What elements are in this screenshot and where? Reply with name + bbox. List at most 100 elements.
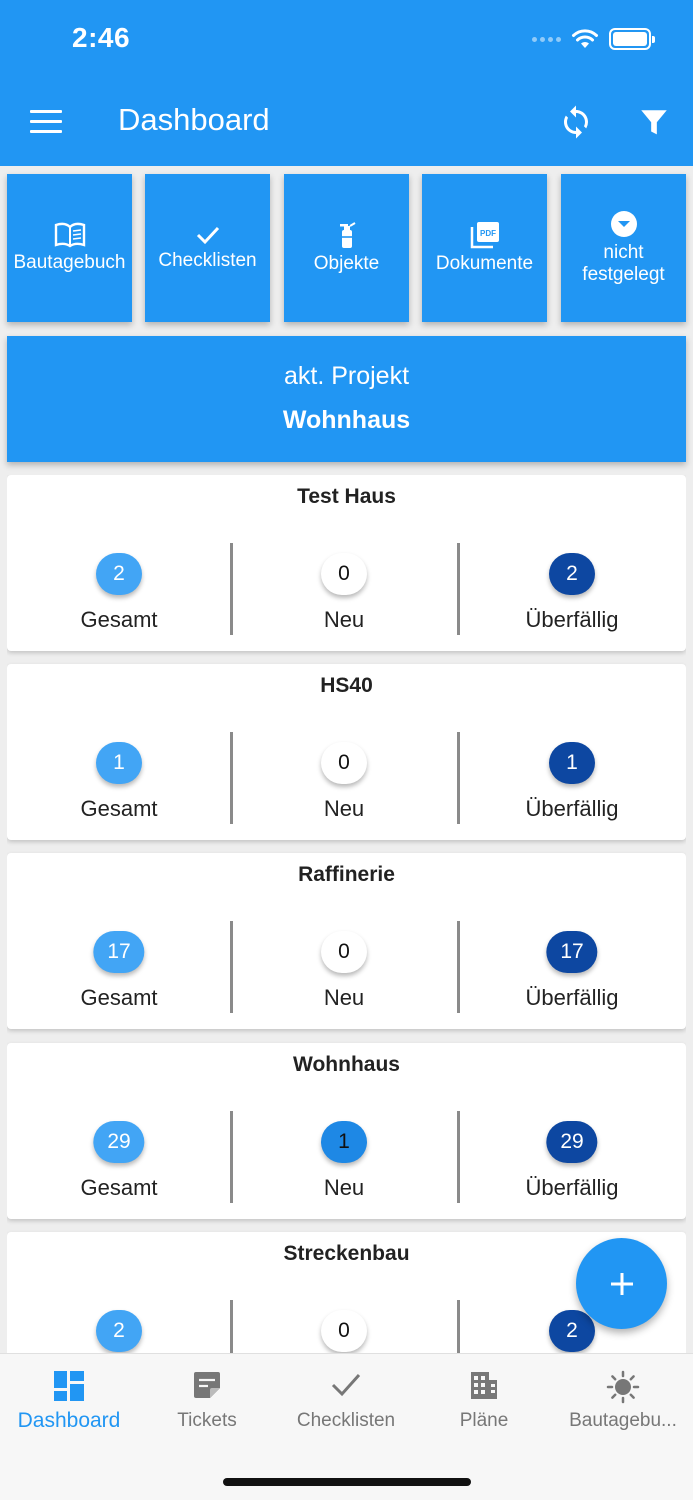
page-title: Dashboard: [118, 102, 270, 137]
dashboard-icon: [54, 1371, 84, 1401]
sun-icon: [606, 1370, 640, 1404]
stat-label: Überfällig: [525, 1175, 619, 1200]
stat-label: Neu: [323, 796, 365, 821]
total-count-badge: 1: [96, 742, 142, 784]
stat-total[interactable]: 2: [9, 1232, 229, 1353]
app-header: 2:46 Dashboard: [0, 0, 693, 166]
plus-icon: [610, 1272, 633, 1295]
stat-new[interactable]: 1 Neu: [234, 1043, 454, 1219]
tile-label: nicht festgelegt: [582, 242, 665, 285]
stat-label: Gesamt: [80, 985, 158, 1010]
nav-tickets[interactable]: Tickets: [138, 1354, 276, 1444]
overdue-count-badge: 2: [549, 1310, 595, 1352]
divider: [230, 1300, 233, 1353]
menu-icon[interactable]: [30, 110, 62, 134]
divider: [230, 732, 233, 824]
stat-new[interactable]: 0: [234, 1232, 454, 1353]
check-icon: [331, 1373, 361, 1397]
fire-extinguisher-icon: [339, 222, 356, 248]
stat-overdue[interactable]: 2 Überfällig: [462, 475, 682, 651]
project-card[interactable]: Test Haus 2 Gesamt 0 Neu 2 Überfällig: [7, 475, 686, 651]
stat-label: Neu: [323, 985, 365, 1010]
check-icon: [196, 226, 219, 245]
divider: [230, 1111, 233, 1203]
project-card[interactable]: Wohnhaus 29 Gesamt 1 Neu 29 Überfällig: [7, 1043, 686, 1219]
divider: [457, 1111, 460, 1203]
overdue-count-badge: 1: [549, 742, 595, 784]
nav-dashboard[interactable]: Dashboard: [0, 1354, 138, 1444]
stat-label: Neu: [323, 1175, 365, 1200]
refresh-icon[interactable]: [558, 104, 594, 140]
stat-total[interactable]: 29 Gesamt: [9, 1043, 229, 1219]
stat-overdue[interactable]: 17 Überfällig: [462, 853, 682, 1029]
nav-checklisten[interactable]: Checklisten: [277, 1354, 415, 1444]
nav-label: Pläne: [459, 1410, 509, 1431]
tile-dokumente[interactable]: PDF Dokumente: [422, 174, 547, 322]
home-indicator: [223, 1478, 471, 1486]
current-project-banner[interactable]: akt. Projekt Wohnhaus: [7, 336, 686, 462]
dropdown-circle-icon: [610, 211, 637, 237]
stat-new[interactable]: 0 Neu: [234, 475, 454, 651]
nav-label: Tickets: [177, 1410, 237, 1431]
stat-overdue[interactable]: 1 Überfällig: [462, 664, 682, 840]
overdue-count-badge: 2: [549, 553, 595, 595]
divider: [457, 1300, 460, 1353]
add-button[interactable]: [576, 1238, 667, 1329]
wifi-icon: [572, 29, 598, 48]
new-count-badge: 0: [321, 931, 367, 973]
status-time: 2:46: [72, 22, 131, 53]
stat-overdue[interactable]: 29 Überfällig: [462, 1043, 682, 1219]
stat-label: Gesamt: [80, 796, 158, 821]
filter-icon[interactable]: [636, 106, 672, 140]
project-card[interactable]: HS40 1 Gesamt 0 Neu 1 Überfällig: [7, 664, 686, 840]
new-count-badge: 0: [321, 742, 367, 784]
stat-total[interactable]: 2 Gesamt: [9, 475, 229, 651]
status-icons: [532, 28, 655, 50]
stat-label: Neu: [323, 607, 365, 632]
current-project-label: akt. Projekt: [283, 362, 410, 390]
divider: [230, 543, 233, 635]
tile-bautagebuch[interactable]: Bautagebuch: [7, 174, 132, 322]
stat-label: Gesamt: [80, 607, 158, 632]
stat-total[interactable]: 1 Gesamt: [9, 664, 229, 840]
divider: [457, 732, 460, 824]
battery-icon: [609, 28, 655, 50]
tile-label: Dokumente: [435, 253, 534, 274]
stat-new[interactable]: 0 Neu: [234, 664, 454, 840]
divider: [457, 543, 460, 635]
stat-label: Überfällig: [525, 607, 619, 632]
nav-label: Checklisten: [296, 1410, 396, 1431]
project-card[interactable]: Raffinerie 17 Gesamt 0 Neu 17 Überfällig: [7, 853, 686, 1029]
tile-label: Objekte: [313, 253, 380, 274]
ticket-icon: [194, 1372, 220, 1398]
stat-label: Überfällig: [525, 985, 619, 1010]
project-list: Test Haus 2 Gesamt 0 Neu 2 Überfällig HS…: [7, 475, 686, 1353]
building-icon: [471, 1372, 497, 1399]
nav-plaene[interactable]: Pläne: [415, 1354, 553, 1444]
nav-bautagebuch[interactable]: Bautagebu...: [554, 1354, 692, 1444]
svg-text:PDF: PDF: [480, 229, 496, 238]
stat-total[interactable]: 17 Gesamt: [9, 853, 229, 1029]
overdue-count-badge: 17: [546, 931, 598, 973]
new-count-badge: 0: [321, 1310, 367, 1352]
tile-objekte[interactable]: Objekte: [284, 174, 409, 322]
book-icon: [54, 222, 85, 248]
quick-tiles: Bautagebuch Checklisten Objekte PDF Doku…: [7, 174, 687, 322]
pdf-icon: PDF: [470, 222, 499, 249]
new-count-badge: 0: [321, 553, 367, 595]
current-project-name: Wohnhaus: [282, 406, 411, 434]
new-count-badge: 1: [321, 1121, 367, 1163]
stat-new[interactable]: 0 Neu: [234, 853, 454, 1029]
overdue-count-badge: 29: [546, 1121, 598, 1163]
stat-label: Überfällig: [525, 796, 619, 821]
tile-label: Bautagebuch: [13, 252, 126, 273]
divider: [457, 921, 460, 1013]
nav-label: Bautagebu...: [569, 1410, 677, 1431]
tile-label: Checklisten: [158, 250, 257, 271]
tile-checklisten[interactable]: Checklisten: [145, 174, 270, 322]
total-count-badge: 17: [93, 931, 145, 973]
stat-label: Gesamt: [80, 1175, 158, 1200]
total-count-badge: 2: [96, 1310, 142, 1352]
tile-filter-status[interactable]: nicht festgelegt: [561, 174, 686, 322]
total-count-badge: 2: [96, 553, 142, 595]
